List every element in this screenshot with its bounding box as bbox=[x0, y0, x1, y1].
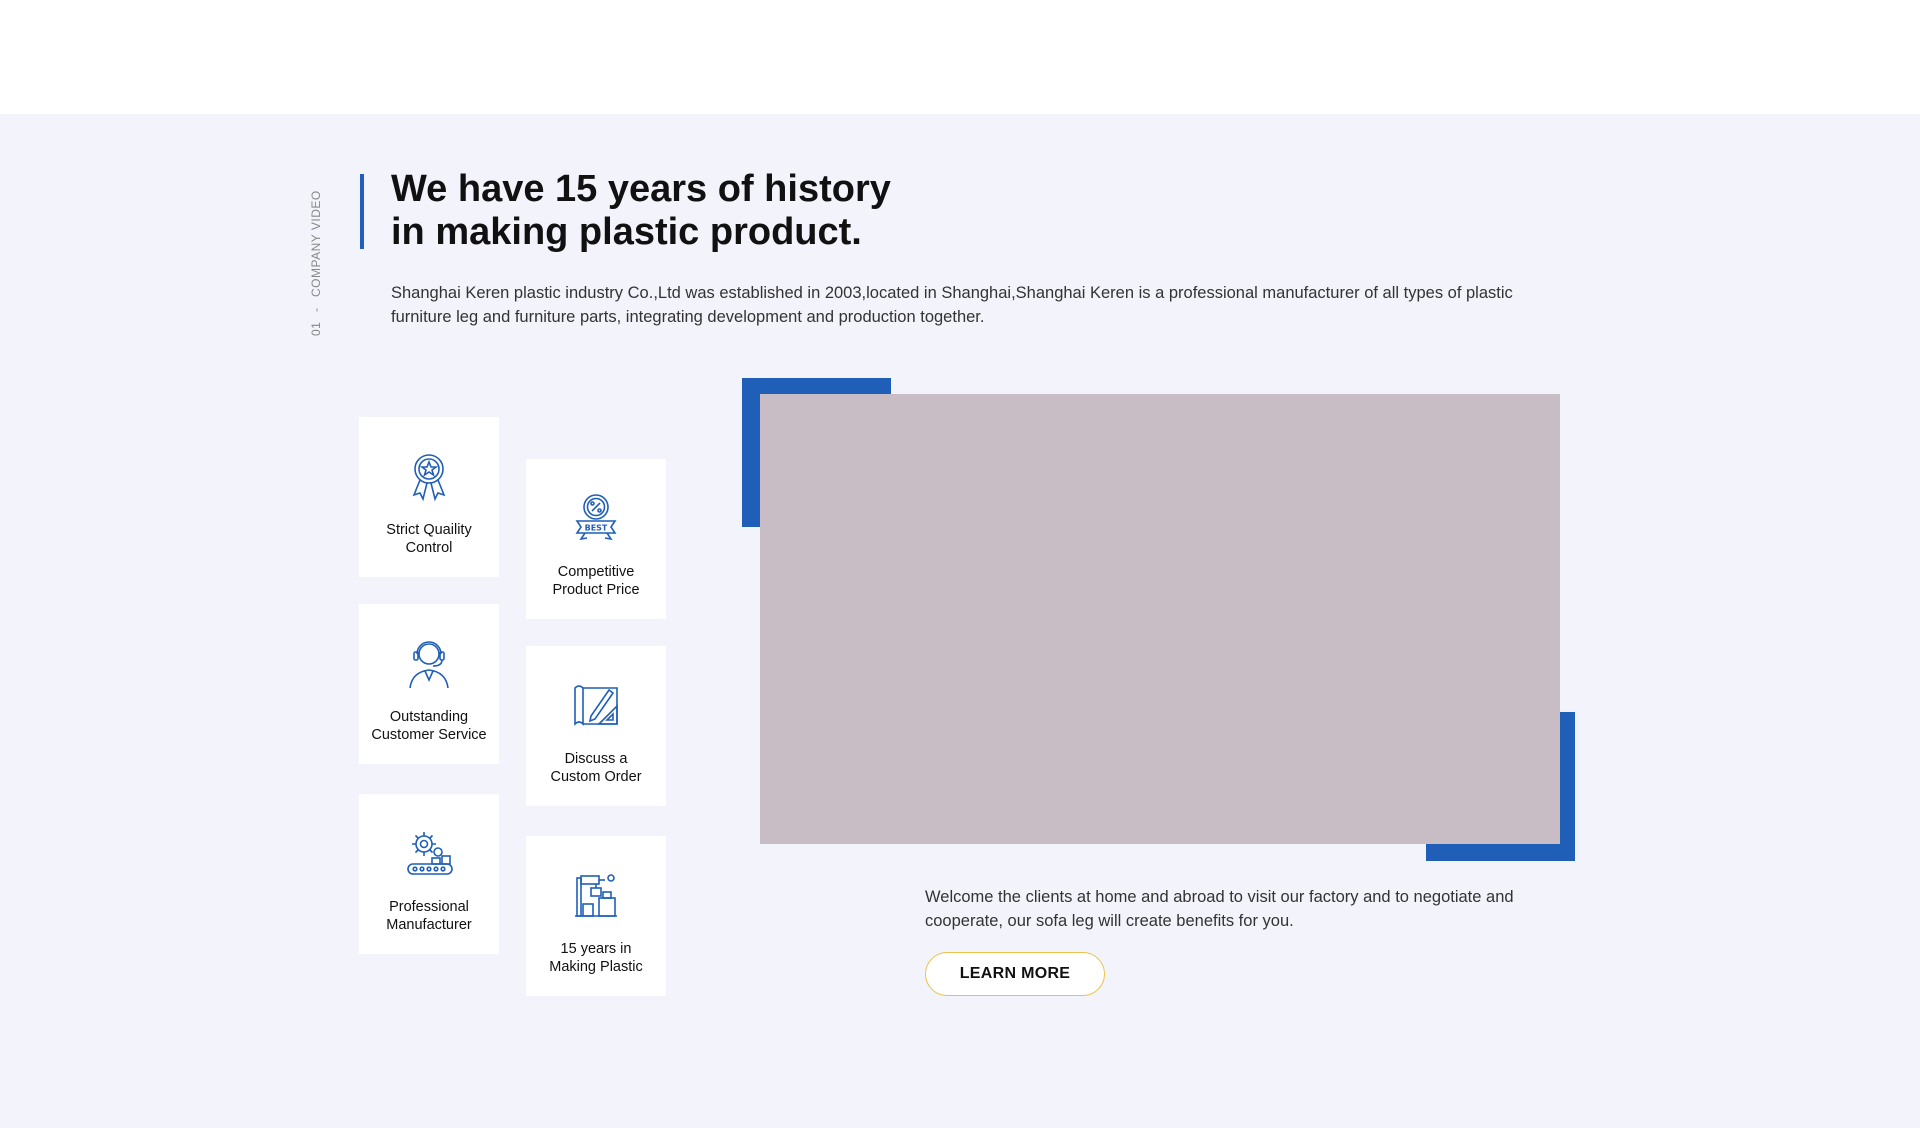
section-title: We have 15 years of history in making pl… bbox=[391, 168, 1091, 254]
headset-agent-icon bbox=[402, 636, 456, 690]
section-separator: - bbox=[309, 307, 323, 312]
section-number: 01 bbox=[309, 321, 323, 336]
company-video-player[interactable] bbox=[760, 394, 1560, 844]
factory-machine-icon bbox=[569, 868, 623, 922]
feature-label: 15 years in Making Plastic bbox=[549, 941, 643, 975]
title-accent-bar bbox=[360, 174, 364, 249]
learn-more-button[interactable]: LEARN MORE bbox=[925, 952, 1105, 996]
feature-label: Discuss a Custom Order bbox=[550, 751, 642, 785]
feature-label: Competitive Product Price bbox=[552, 564, 640, 598]
award-ribbon-icon bbox=[402, 449, 456, 503]
feature-label: Professional Manufacturer bbox=[386, 899, 472, 933]
section-name: COMPANY VIDEO bbox=[309, 190, 323, 298]
title-line-2: in making plastic product. bbox=[391, 211, 862, 253]
feature-card-service: Outstanding Customer Service bbox=[359, 604, 499, 764]
blueprint-pencil-icon bbox=[569, 678, 623, 732]
svg-text:BEST: BEST bbox=[585, 524, 608, 533]
title-line-1: We have 15 years of history bbox=[391, 168, 891, 210]
best-price-badge-icon: BEST bbox=[569, 491, 623, 545]
feature-label: Strict Quaility Control bbox=[386, 522, 472, 556]
gear-conveyor-icon bbox=[402, 826, 456, 880]
feature-card-manufacturer: Professional Manufacturer bbox=[359, 794, 499, 954]
welcome-text: Welcome the clients at home and abroad t… bbox=[925, 888, 1514, 930]
feature-card-quality: Strict Quaility Control bbox=[359, 417, 499, 577]
feature-card-experience: 15 years in Making Plastic bbox=[526, 836, 666, 996]
feature-card-custom: Discuss a Custom Order bbox=[526, 646, 666, 806]
feature-card-price: BEST Competitive Product Price bbox=[526, 459, 666, 619]
feature-label: Outstanding Customer Service bbox=[371, 709, 487, 743]
section-side-label: 01 - COMPANY VIDEO bbox=[306, 174, 326, 336]
top-header bbox=[0, 0, 1920, 114]
company-intro: Shanghai Keren plastic industry Co.,Ltd … bbox=[391, 284, 1513, 326]
